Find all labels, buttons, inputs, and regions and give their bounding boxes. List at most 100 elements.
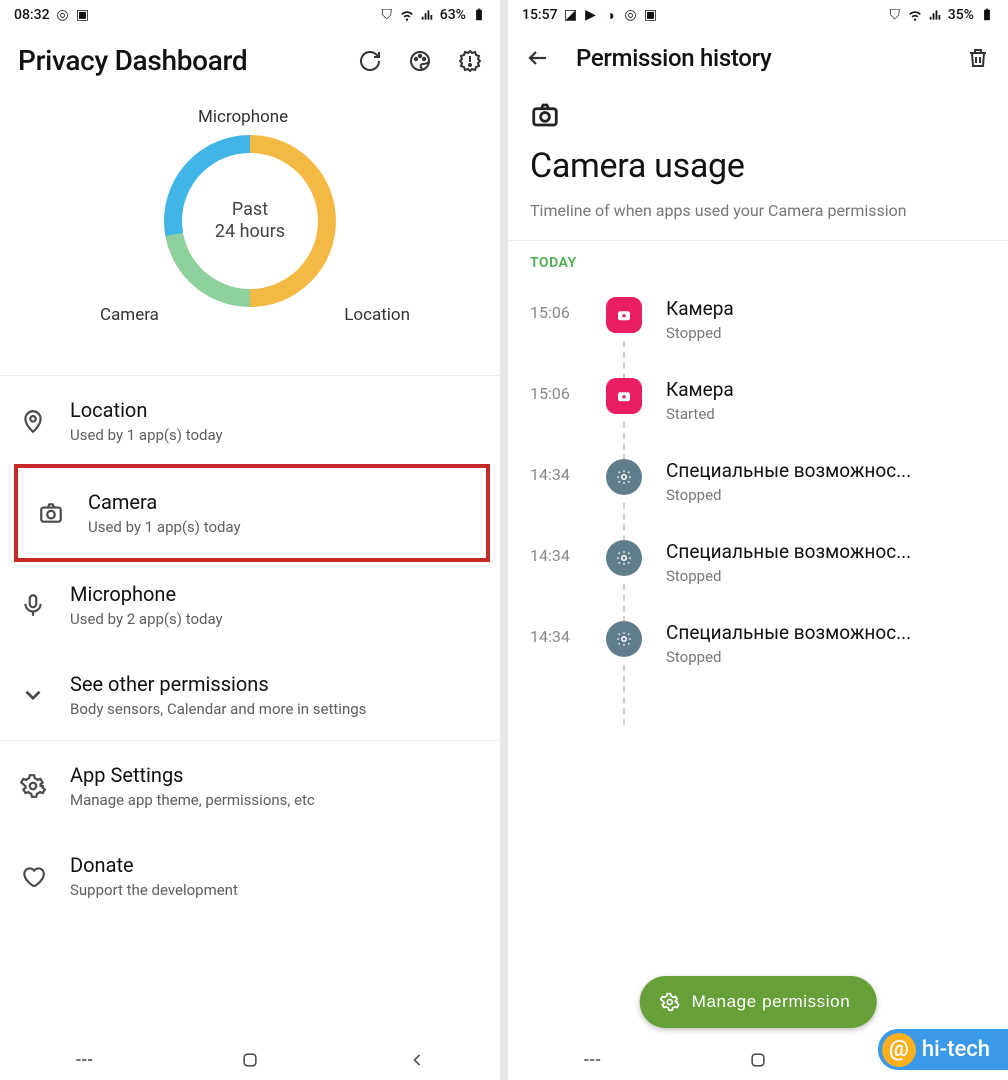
timeline-row[interactable]: 15:06 Камера Started [530,360,986,441]
nav-recent-icon[interactable] [579,1048,603,1072]
nav-home-icon[interactable] [746,1048,770,1072]
row-sub: Manage app theme, permissions, etc [70,791,480,809]
donut-center-line2: 24 hours [215,221,285,244]
status-battery-text: 63% [440,7,466,23]
row-sub: Support the development [70,881,480,899]
row-donate[interactable]: Donate Support the development [0,831,500,921]
row-sub: Used by 2 app(s) today [70,610,480,628]
timeline: 15:06 Камера Stopped 15:06 Камера [508,279,1008,684]
camera-icon [530,100,560,130]
fab-label: Manage permission [692,992,851,1012]
timeline-time: 15:06 [530,297,582,322]
timeline-app: Специальные возможнос... [666,459,986,482]
page-subtitle: Timeline of when apps used your Camera p… [530,200,986,222]
camera-app-icon [606,378,642,414]
timeline-row[interactable]: 15:06 Камера Stopped [530,279,986,360]
timeline-row[interactable]: 14:34 Специальные возможнос... Stopped [530,603,986,684]
delete-icon[interactable] [966,46,990,70]
status-bar: 08:32 ◎ ▣ ⛉ 63% [0,0,500,30]
row-title: Donate [70,853,480,877]
location-icon [20,408,46,434]
timeline-app: Специальные возможнос... [666,540,986,563]
mic-icon [20,592,46,618]
watermark-text: hi-tech [922,1037,990,1062]
status-icon: ◑ [604,8,618,22]
nav-back-icon[interactable] [405,1048,429,1072]
donut-center: Past 24 hours [164,135,336,307]
camera-app-icon [606,297,642,333]
row-sub: Body sensors, Calendar and more in setti… [70,700,480,718]
timeline-time: 14:34 [530,540,582,565]
status-battery-icon [980,8,994,22]
row-title: See other permissions [70,672,480,696]
timeline-connector [623,665,625,725]
row-title: Microphone [70,582,480,606]
status-icon: ▣ [644,8,658,22]
usage-donut-chart: Past 24 hours Microphone Camera Location [0,95,500,375]
app-title: Privacy Dashboard [18,44,358,77]
timeline-app: Камера [666,378,986,401]
status-bar: 15:57 ◪ ▶ ◑ ◎ ▣ ⛉ 35% [508,0,1008,30]
timeline-status: Stopped [666,567,986,585]
row-title: App Settings [70,763,480,787]
nav-bar [0,1040,500,1080]
permission-row-microphone[interactable]: Microphone Used by 2 app(s) today [0,560,500,650]
status-battery-saver-icon: ⛉ [380,8,394,22]
back-icon[interactable] [526,46,550,70]
donut-center-line1: Past [232,199,268,222]
timeline-row[interactable]: 14:34 Специальные возможнос... Stopped [530,522,986,603]
app-title: Permission history [576,44,966,72]
alert-icon[interactable] [458,49,482,73]
status-signal-icon [420,8,434,22]
page-header: Camera usage Timeline of when apps used … [508,90,1008,240]
status-app-icon: ◎ [56,8,70,22]
timeline-time: 14:34 [530,459,582,484]
nav-recent-icon[interactable] [71,1048,95,1072]
timeline-status: Stopped [666,324,986,342]
timeline-row[interactable]: 14:34 Специальные возможнос... Stopped [530,441,986,522]
settings-app-icon [606,459,642,495]
permission-row-camera[interactable]: Camera Used by 1 app(s) today [18,468,486,558]
timeline-status: Started [666,405,986,423]
manage-permission-button[interactable]: Manage permission [640,976,877,1028]
permission-row-location[interactable]: Location Used by 1 app(s) today [0,376,500,466]
nav-home-icon[interactable] [238,1048,262,1072]
timeline-time: 15:06 [530,378,582,403]
status-battery-text: 35% [948,7,974,23]
row-title: Camera [88,490,466,514]
timeline-status: Stopped [666,486,986,504]
refresh-icon[interactable] [358,49,382,73]
at-icon: @ [882,1033,916,1067]
status-battery-saver-icon: ⛉ [888,8,902,22]
status-time: 15:57 [522,7,558,23]
row-sub: Used by 1 app(s) today [88,518,466,536]
phone-right: 15:57 ◪ ▶ ◑ ◎ ▣ ⛉ 35% Permission history [508,0,1008,1080]
chevron-down-icon [20,682,46,708]
settings-app-icon [606,621,642,657]
status-signal-icon [928,8,942,22]
timeline-app: Камера [666,297,986,320]
palette-icon[interactable] [408,49,432,73]
timeline-status: Stopped [666,648,986,666]
status-time: 08:32 [14,7,50,23]
status-icon: ▶ [584,8,598,22]
heart-icon [20,863,46,889]
status-wifi-icon [400,8,414,22]
app-bar: Permission history [508,30,1008,90]
permission-row-other[interactable]: See other permissions Body sensors, Cale… [0,650,500,740]
row-title: Location [70,398,480,422]
timeline-time: 14:34 [530,621,582,646]
timeline-app: Специальные возможнос... [666,621,986,644]
donut-label-loc: Location [344,305,410,325]
status-wifi-icon [908,8,922,22]
status-battery-icon [472,8,486,22]
phone-left: 08:32 ◎ ▣ ⛉ 63% Privacy Dashboard [0,0,500,1080]
page-title: Camera usage [530,146,986,186]
status-image-icon: ▣ [76,8,90,22]
highlighted-camera-row: Camera Used by 1 app(s) today [14,464,490,562]
app-bar: Privacy Dashboard [0,30,500,95]
donut-label-mic: Microphone [198,107,288,127]
donut-label-cam: Camera [100,305,159,325]
row-app-settings[interactable]: App Settings Manage app theme, permissio… [0,741,500,831]
status-icon: ◪ [564,8,578,22]
